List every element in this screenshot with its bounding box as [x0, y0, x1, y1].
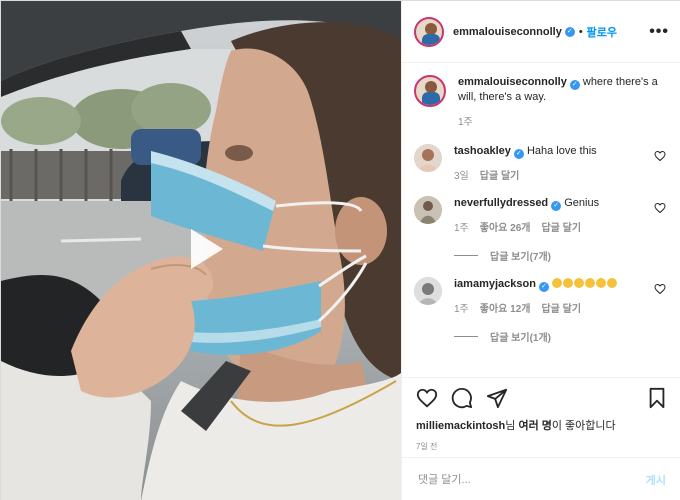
comment-likes[interactable]: 좋아요 12개	[480, 300, 531, 315]
grin-emoji-icon	[585, 278, 595, 288]
comment-likes[interactable]: 좋아요 26개	[480, 219, 531, 234]
grin-emoji-icon	[607, 278, 617, 288]
commenter-avatar[interactable]	[414, 144, 442, 172]
view-replies-label: 답글 보기(1개)	[490, 333, 551, 344]
verified-icon: ✓	[538, 282, 549, 292]
commenter-username[interactable]: neverfullydressed	[454, 197, 548, 209]
share-icon[interactable]	[486, 387, 508, 409]
comment-item: neverfullydressed ✓ Genius 1주 좋아요 26개 답글 …	[414, 196, 668, 263]
follow-button[interactable]: 팔로우	[587, 24, 617, 40]
commenter-avatar[interactable]	[414, 277, 442, 305]
comment-time: 1주	[454, 223, 469, 234]
post-date: 7일 전	[416, 442, 438, 451]
post-caption: emmalouiseconnolly ✓ where there's a will…	[414, 75, 668, 130]
comment-item: tashoakley ✓ Haha love this 3일 답글 달기	[414, 144, 668, 182]
heart-icon[interactable]	[654, 150, 666, 162]
post-header: emmalouiseconnolly ✓ • 팔로우 •••	[402, 1, 680, 63]
liker-username[interactable]: milliemackintosh	[416, 420, 505, 432]
commenter-username[interactable]: tashoakley	[454, 145, 511, 157]
grin-emoji-icon	[574, 278, 584, 288]
grin-emoji-icon	[563, 278, 573, 288]
verified-icon: ✓	[564, 26, 575, 37]
comment-time: 3일	[454, 171, 469, 182]
reply-button[interactable]: 답글 달기	[480, 167, 520, 182]
reply-button[interactable]: 답글 달기	[541, 300, 581, 315]
verified-icon: ✓	[569, 80, 580, 90]
play-icon[interactable]	[177, 223, 229, 275]
author-avatar[interactable]	[414, 16, 444, 47]
bookmark-icon[interactable]	[646, 387, 668, 409]
instagram-post-modal: emmalouiseconnolly ✓ • 팔로우 ••• emmalouis…	[0, 0, 680, 500]
comment-item: iamamyjackson ✓ 1주 좋아요 12개 답글 달기 답글 보기(1개…	[414, 277, 668, 344]
comments-section[interactable]: emmalouiseconnolly ✓ where there's a will…	[402, 63, 680, 377]
caption-time: 1주	[458, 117, 473, 128]
caption-avatar[interactable]	[414, 75, 446, 107]
comment-text: Haha love this	[526, 145, 597, 157]
comment-time: 1주	[454, 304, 469, 315]
comment-emojis	[552, 278, 618, 290]
comment-text: Genius	[564, 197, 600, 209]
post-sidebar: emmalouiseconnolly ✓ • 팔로우 ••• emmalouis…	[401, 1, 680, 500]
more-icon[interactable]: •••	[649, 23, 669, 41]
post-comment-button[interactable]: 게시	[646, 472, 666, 488]
caption-username[interactable]: emmalouiseconnolly	[458, 76, 567, 88]
verified-icon: ✓	[551, 201, 562, 211]
likes-summary[interactable]: milliemackintosh님 여러 명이 좋아합니다	[416, 417, 668, 433]
comment-icon[interactable]	[451, 387, 473, 409]
commenter-username[interactable]: iamamyjackson	[454, 278, 536, 290]
verified-icon: ✓	[513, 149, 524, 159]
post-video[interactable]	[1, 1, 401, 500]
grin-emoji-icon	[552, 278, 562, 288]
comment-input[interactable]	[418, 473, 646, 486]
view-replies-button[interactable]: 답글 보기(7개)	[454, 248, 650, 263]
reply-button[interactable]: 답글 달기	[541, 219, 581, 234]
likes-text-end: 이 좋아합니다	[551, 420, 616, 432]
heart-icon[interactable]	[654, 283, 666, 295]
add-comment-bar: 게시	[402, 457, 680, 500]
heart-icon[interactable]	[416, 387, 438, 409]
likes-text: 님	[505, 420, 519, 432]
post-actions: milliemackintosh님 여러 명이 좋아합니다 7일 전	[402, 377, 680, 452]
separator-dot: •	[578, 25, 583, 38]
grin-emoji-icon	[596, 278, 606, 288]
likes-others[interactable]: 여러 명	[518, 420, 551, 432]
author-username[interactable]: emmalouiseconnolly	[453, 26, 562, 38]
heart-icon[interactable]	[654, 202, 666, 214]
commenter-avatar[interactable]	[414, 196, 442, 224]
view-replies-button[interactable]: 답글 보기(1개)	[454, 329, 650, 344]
view-replies-label: 답글 보기(7개)	[490, 252, 551, 263]
